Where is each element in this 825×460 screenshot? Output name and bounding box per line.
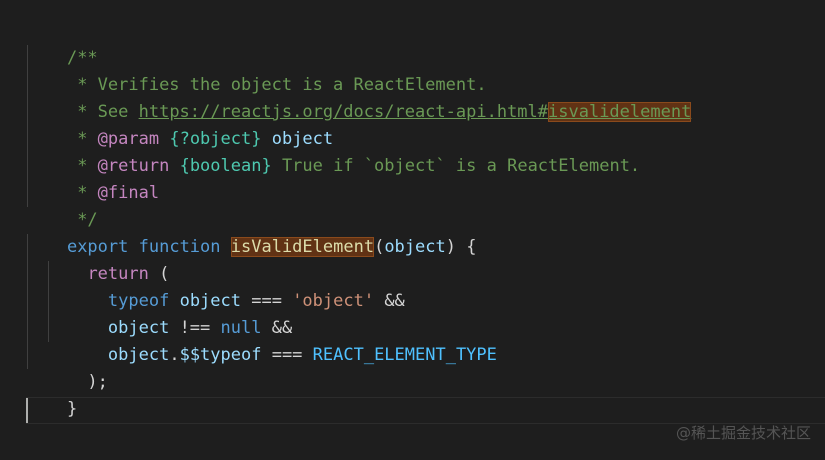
- code-line-7[interactable]: */: [26, 180, 97, 230]
- punctuation: (: [374, 237, 385, 257]
- current-line-highlight[interactable]: [26, 397, 825, 424]
- code-line-12[interactable]: object.$$typeof === REACT_ELEMENT_TYPE: [26, 315, 497, 365]
- text-cursor: [26, 398, 28, 423]
- property: $$typeof: [179, 345, 262, 365]
- code-line-10[interactable]: typeof object === 'object' &&: [26, 261, 405, 311]
- code-line-9[interactable]: return (: [26, 234, 169, 284]
- operator: ===: [261, 345, 313, 365]
- code-line-11[interactable]: object !== null &&: [26, 288, 292, 338]
- constant: REACT_ELEMENT_TYPE: [312, 345, 497, 365]
- code-line-1[interactable]: /**: [26, 18, 98, 68]
- parameter: object: [384, 237, 446, 257]
- punctuation: ) {: [445, 237, 477, 257]
- code-line-2[interactable]: * Verifies the object is a ReactElement.: [26, 45, 486, 95]
- doc-link-anchor-highlight[interactable]: isvalidelement: [548, 102, 692, 122]
- code-line-3[interactable]: * See https://reactjs.org/docs/react-api…: [26, 72, 692, 122]
- jsdoc-description: True if `object` is a ReactElement.: [271, 156, 641, 176]
- operator: .: [169, 345, 180, 365]
- function-name-highlight[interactable]: isValidElement: [230, 237, 375, 257]
- operator: &&: [374, 291, 405, 311]
- code-line-14[interactable]: }: [26, 369, 77, 419]
- code-editor[interactable]: /** * Verifies the object is a ReactElem…: [0, 0, 825, 460]
- jsdoc-type: {boolean}: [179, 156, 272, 176]
- code-line-8[interactable]: export function isValidElement(object) {: [26, 207, 476, 257]
- string-literal: 'object': [292, 291, 375, 311]
- code-line-4[interactable]: * @param {?object} object: [26, 99, 333, 149]
- watermark: @稀土掘金技术社区: [675, 424, 811, 442]
- jsdoc-tag: @final: [97, 183, 160, 203]
- variable: object: [107, 345, 170, 365]
- code-line-6[interactable]: * @final: [26, 153, 159, 203]
- code-line-5[interactable]: * @return {boolean} True if `object` is …: [26, 126, 640, 176]
- code-line-13[interactable]: );: [26, 342, 107, 392]
